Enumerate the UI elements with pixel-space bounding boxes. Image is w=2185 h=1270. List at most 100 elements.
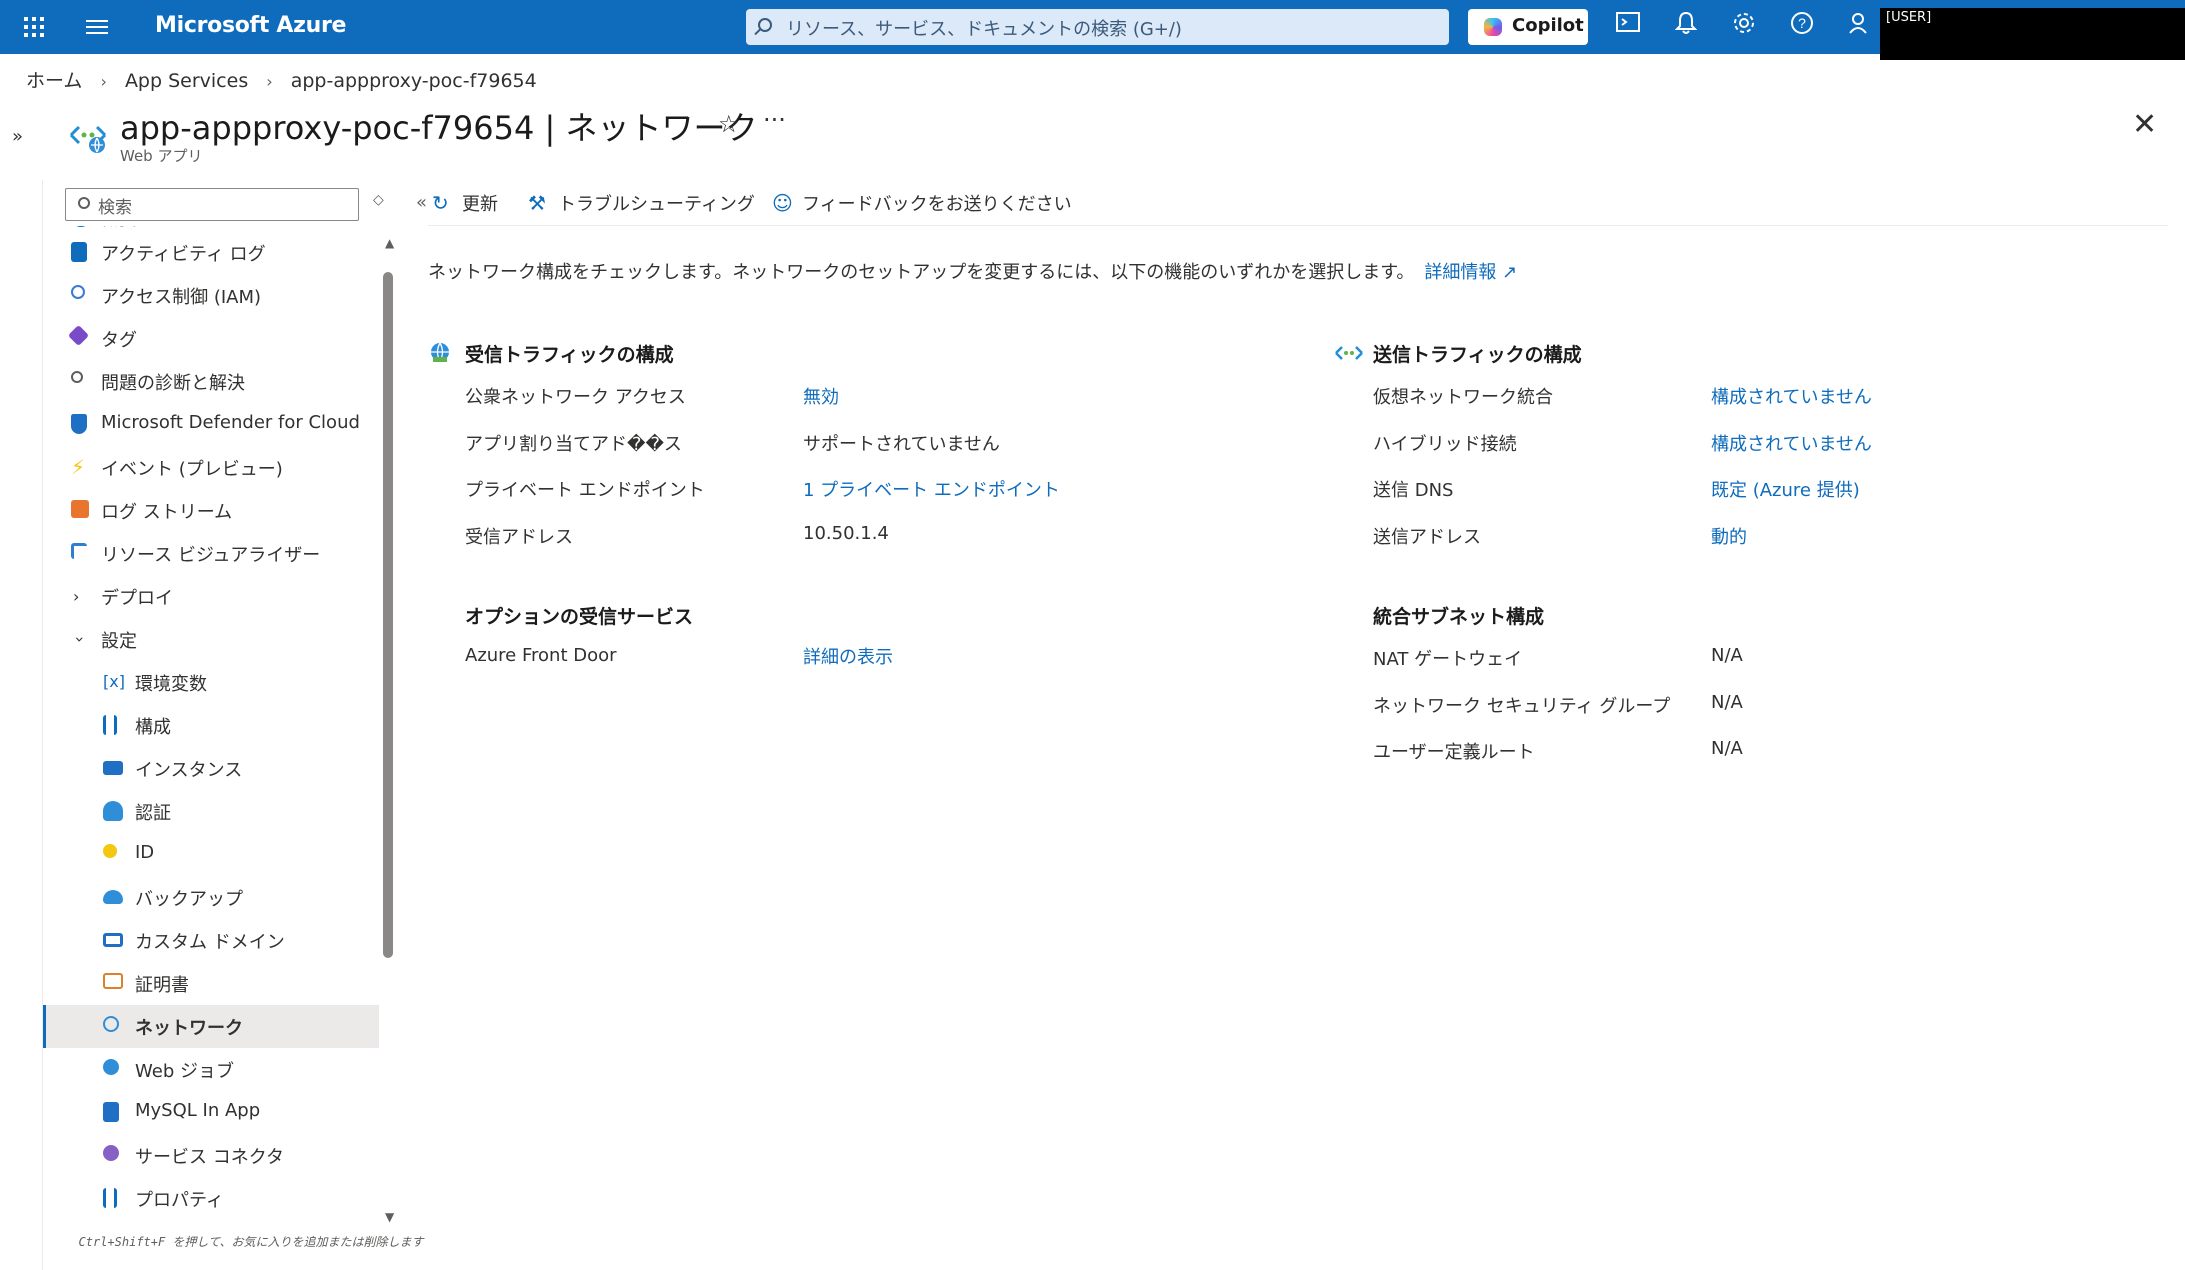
menu-group-deploy[interactable]: › デプロイ	[43, 575, 379, 618]
instances-icon	[103, 761, 123, 775]
inbound-address-value: 10.50.1.4	[803, 523, 889, 544]
menu-item-log-stream[interactable]: ログ ストリーム	[43, 489, 379, 532]
variable-icon: [x]	[103, 672, 125, 691]
refresh-button[interactable]: ↻ 更新	[432, 190, 498, 216]
page-subtitle: Web アプリ	[120, 147, 203, 165]
help-icon[interactable]: ?	[1786, 11, 1818, 43]
subnet-section-title: 統合サブネット構成	[1373, 606, 1545, 628]
menu-item-env-vars[interactable]: [x] 環境変数	[43, 661, 379, 704]
feedback-button[interactable]: ☺ フィードバックをお送りください	[772, 190, 1072, 216]
outbound-network-icon	[1335, 346, 1363, 360]
menu-item-mysql-in-app[interactable]: MySQL In App	[43, 1091, 379, 1134]
outbound-dns-link[interactable]: 既定 (Azure 提供)	[1711, 476, 1860, 502]
portal-menu-icon[interactable]	[86, 16, 108, 36]
lightning-icon: ⚡	[71, 455, 86, 479]
shield-icon	[71, 414, 87, 434]
menu-item-authentication[interactable]: 認証	[43, 790, 379, 833]
inbound-row-value: サポートされていません	[803, 434, 1000, 455]
scroll-down-arrow[interactable]: ▼	[385, 1210, 394, 1224]
menu-item-resource-visualizer[interactable]: リソース ビジュアライザー	[43, 532, 379, 575]
copilot-icon	[1484, 18, 1502, 36]
intro-text: ネットワーク構成をチェックします。ネットワークのセットアップを変更するには、以下…	[428, 262, 1518, 283]
global-search-input[interactable]: リソース、サービス、ドキュメントの検索 (G+/)	[746, 9, 1449, 45]
breadcrumb: ホーム › App Services › app-appproxy-poc-f7…	[26, 66, 537, 93]
learn-more-link[interactable]: 詳細情報 ↗	[1424, 262, 1517, 283]
hybrid-connection-link[interactable]: 構成されていません	[1711, 430, 1872, 456]
menu-item-custom-domains[interactable]: カスタム ドメイン	[43, 919, 379, 962]
scroll-up-arrow[interactable]: ▲	[385, 236, 394, 250]
chevron-down-icon: ›	[70, 636, 90, 643]
more-options-icon[interactable]: ···	[763, 106, 786, 134]
menu-item-properties[interactable]: プロパティ	[43, 1177, 379, 1220]
refresh-icon: ↻	[432, 191, 449, 215]
menu-item-defender[interactable]: Microsoft Defender for Cloud	[43, 403, 379, 446]
inbound-globe-icon	[431, 342, 449, 362]
cloud-shell-icon[interactable]	[1612, 11, 1644, 43]
breadcrumb-resource[interactable]: app-appproxy-poc-f79654	[291, 70, 537, 92]
outbound-section-title: 送信トラフィックの構成	[1373, 344, 1582, 366]
tag-icon	[67, 324, 90, 347]
overview-icon	[71, 226, 91, 227]
menu-item-instances[interactable]: インスタンス	[43, 747, 379, 790]
subnet-row-label: ネットワーク セキュリティ グループ	[1373, 696, 1671, 717]
search-icon	[758, 18, 772, 32]
menu-item-diagnose[interactable]: 問題の診断と解決	[43, 360, 379, 403]
settings-gear-icon[interactable]	[1728, 11, 1760, 43]
network-icon	[103, 1016, 119, 1032]
public-access-link[interactable]: 無効	[803, 383, 839, 409]
webjobs-icon	[103, 1059, 119, 1075]
svg-text:?: ?	[1798, 15, 1806, 31]
breadcrumb-app-services[interactable]: App Services	[125, 70, 248, 92]
menu-list: 概要 アクティビティ ログ アクセス制御 (IAM) タグ 問題の診断と解決 M…	[43, 226, 379, 1226]
expand-sidebar-icon[interactable]: »	[12, 126, 23, 147]
log-stream-icon	[71, 500, 89, 518]
notifications-bell-icon[interactable]	[1670, 11, 1702, 43]
certificate-icon	[103, 973, 123, 989]
search-icon	[78, 197, 90, 209]
inbound-row-label: アプリ割り当てアド��ス	[465, 434, 682, 455]
menu-item-certificates[interactable]: 証明書	[43, 962, 379, 1005]
copilot-button[interactable]: Copilot	[1468, 9, 1588, 45]
menu-search-input[interactable]: 検索	[65, 188, 359, 221]
mysql-icon	[103, 1102, 119, 1122]
troubleshoot-button[interactable]: ⚒ トラブルシューティング	[528, 190, 755, 216]
outbound-row-label: 仮想ネットワーク統合	[1373, 387, 1553, 408]
menu-item-identity[interactable]: ID	[43, 833, 379, 876]
chevron-right-icon: ›	[100, 72, 107, 91]
menu-item-configuration[interactable]: 構成	[43, 704, 379, 747]
menu-item-webjobs[interactable]: Web ジョブ	[43, 1048, 379, 1091]
wrench-icon	[71, 371, 83, 383]
menu-item-tags[interactable]: タグ	[43, 317, 379, 360]
subnet-row-label: NAT ゲートウェイ	[1373, 649, 1523, 670]
menu-item-backup[interactable]: バックアップ	[43, 876, 379, 919]
app-launcher-icon[interactable]	[20, 13, 48, 41]
private-endpoint-link[interactable]: 1 プライベート エンドポイント	[803, 476, 1060, 502]
vnet-integration-link[interactable]: 構成されていません	[1711, 383, 1872, 409]
outbound-address-link[interactable]: 動的	[1711, 523, 1747, 549]
favorites-hint: Ctrl+Shift+F を押して、お気に入りを追加または削除します	[78, 1235, 424, 1249]
menu-scrollbar-thumb[interactable]	[383, 272, 393, 958]
troubleshoot-icon: ⚒	[528, 191, 546, 215]
menu-item-iam[interactable]: アクセス制御 (IAM)	[43, 274, 379, 317]
outbound-row-label: ハイブリッド接続	[1373, 434, 1517, 455]
menu-item-events[interactable]: ⚡ イベント (プレビュー)	[43, 446, 379, 489]
menu-item-networking[interactable]: ネットワーク	[43, 1005, 379, 1048]
breadcrumb-home[interactable]: ホーム	[26, 70, 82, 92]
close-icon[interactable]: ✕	[2132, 107, 2157, 142]
config-icon	[103, 715, 117, 735]
domain-icon	[103, 933, 123, 947]
inbound-row-label: プライベート エンドポイント	[465, 480, 705, 501]
sort-icon[interactable]: ◇	[373, 192, 384, 208]
connector-icon	[103, 1145, 119, 1161]
menu-item-activity-log[interactable]: アクティビティ ログ	[43, 231, 379, 274]
feedback-person-icon[interactable]	[1844, 11, 1876, 43]
menu-item-service-connector[interactable]: サービス コネクタ	[43, 1134, 379, 1177]
favorite-star-icon[interactable]: ☆	[718, 110, 740, 138]
optional-row-label: Azure Front Door	[465, 645, 617, 666]
collapse-menu-icon[interactable]: «	[416, 192, 427, 213]
brand-name[interactable]: Microsoft Azure	[155, 13, 346, 38]
front-door-details-link[interactable]: 詳細の表示	[803, 643, 893, 669]
user-account[interactable]: [USER]	[1880, 8, 2185, 60]
menu-group-settings[interactable]: › 設定	[43, 618, 379, 661]
inbound-row-label: 公衆ネットワーク アクセス	[465, 387, 686, 408]
